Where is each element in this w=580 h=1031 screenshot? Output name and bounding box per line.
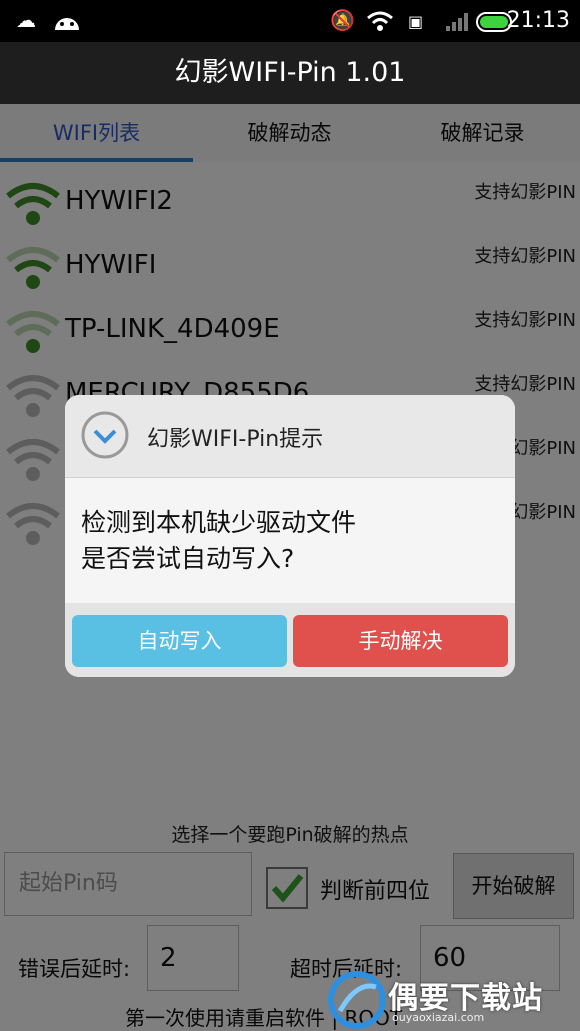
prompt-dialog: 幻影WIFI-Pin提示 检测到本机缺少驱动文件 是否尝试自动写入? 自动写入 … — [65, 395, 515, 677]
weather-icon: ☁ — [16, 8, 36, 32]
site-watermark: 偶要下载站 ouyaoxiazai.com — [328, 971, 576, 1031]
watermark-url: ouyaoxiazai.com — [392, 1011, 485, 1024]
mute-icon: 🔕 — [330, 8, 355, 32]
dialog-buttons: 自动写入 手动解决 — [65, 603, 515, 677]
dialog-message-line: 检测到本机缺少驱动文件 — [81, 508, 357, 537]
dialog-title: 幻影WIFI-Pin提示 — [147, 427, 324, 452]
status-bar: ☁ 🔕 ▣ 21:13 — [0, 0, 580, 42]
manual-fix-button[interactable]: 手动解决 — [293, 615, 508, 667]
dialog-message-line: 是否尝试自动写入? — [81, 544, 295, 573]
signal-icon — [446, 13, 468, 31]
android-icon — [55, 18, 79, 30]
dialog-header: 幻影WIFI-Pin提示 — [65, 395, 515, 478]
chevron-down-icon — [81, 411, 129, 459]
wifi-icon — [367, 11, 393, 31]
dialog-message: 检测到本机缺少驱动文件 是否尝试自动写入? — [81, 505, 501, 577]
app-title: 幻影WIFI-Pin 1.01 — [0, 42, 580, 104]
watermark-logo-icon — [328, 971, 386, 1029]
sim-icon: ▣ — [408, 12, 424, 31]
status-time: 21:13 — [506, 8, 570, 33]
auto-write-button[interactable]: 自动写入 — [72, 615, 287, 667]
